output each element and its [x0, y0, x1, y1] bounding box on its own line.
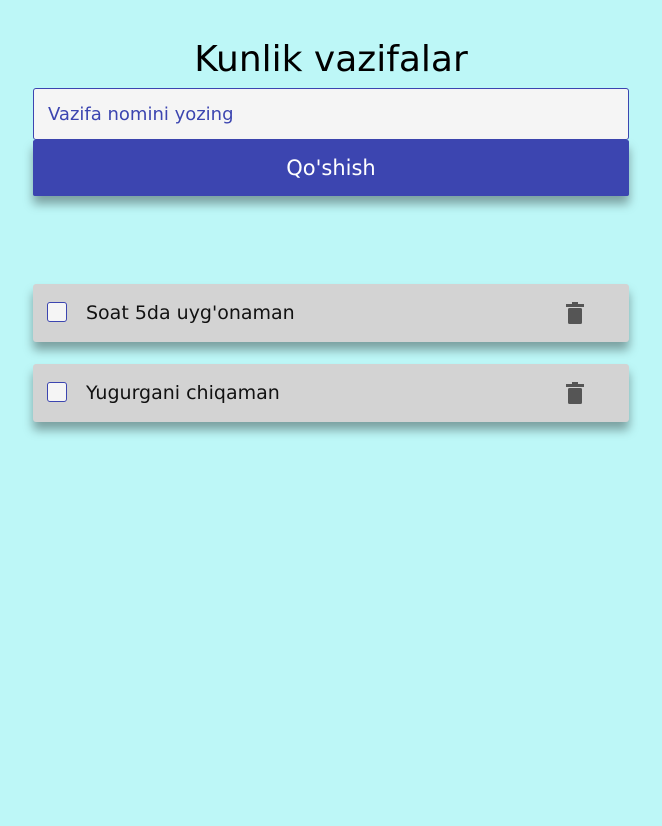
page-title: Kunlik vazifalar — [194, 39, 468, 81]
task-checkbox[interactable] — [47, 302, 67, 322]
task-list: Soat 5da uyg'onaman Yugurgani chiqaman — [33, 284, 629, 444]
trash-icon — [566, 302, 584, 324]
task-label: Soat 5da uyg'onaman — [86, 302, 295, 324]
task-item: Yugurgani chiqaman — [33, 364, 629, 422]
task-item: Soat 5da uyg'onaman — [33, 284, 629, 342]
task-name-input[interactable] — [33, 88, 629, 140]
add-task-button[interactable]: Qo'shish — [33, 140, 629, 196]
delete-task-button[interactable] — [561, 380, 589, 406]
trash-icon — [566, 382, 584, 404]
task-label: Yugurgani chiqaman — [86, 382, 280, 404]
delete-task-button[interactable] — [561, 300, 589, 326]
task-checkbox[interactable] — [47, 382, 67, 402]
